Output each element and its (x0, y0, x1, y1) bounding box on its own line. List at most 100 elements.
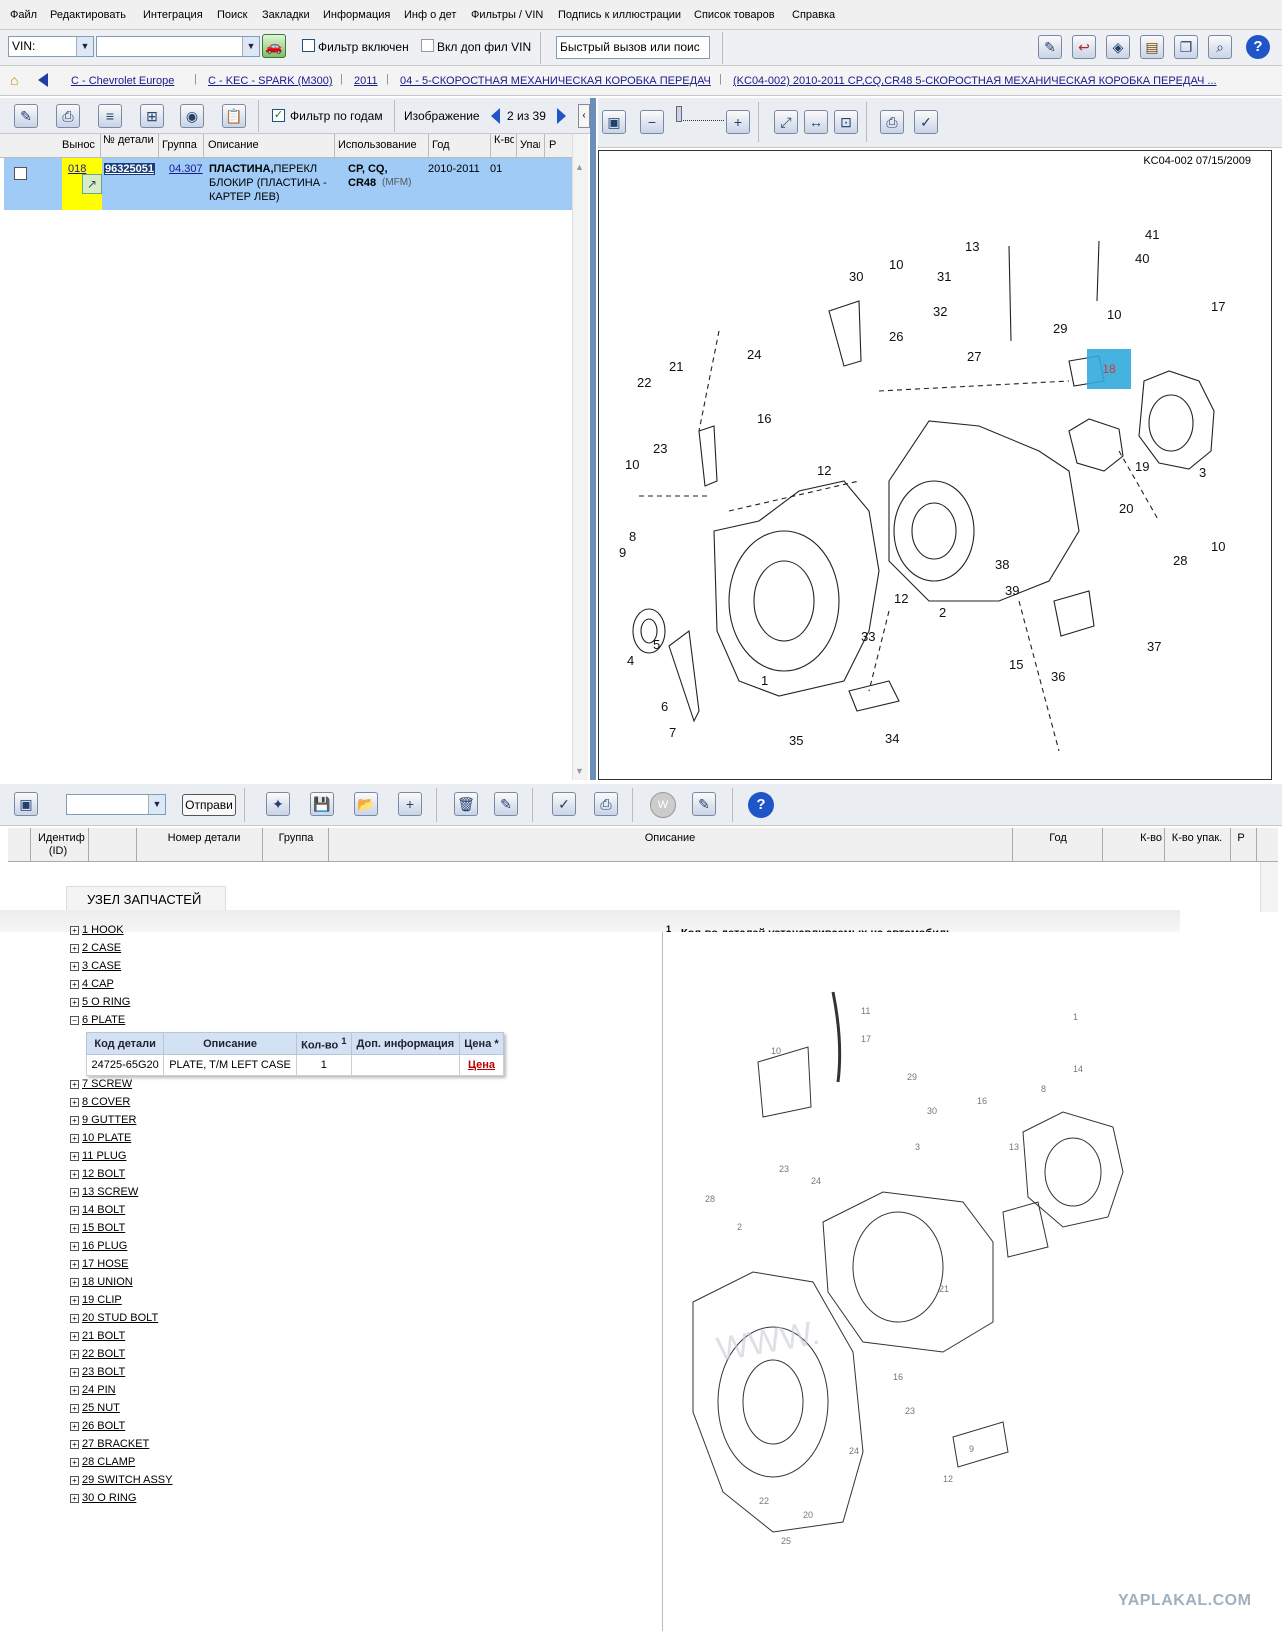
checklist-icon[interactable]: ✓ (552, 792, 576, 816)
expand-icon[interactable]: + (70, 1187, 79, 1197)
checklist-icon[interactable]: ✓ (914, 110, 938, 134)
menu-product-list[interactable]: Список товаров (694, 9, 775, 21)
zoom-document-icon[interactable]: ⌕ (1208, 35, 1232, 59)
menu-part-info[interactable]: Инф о дет (404, 9, 456, 21)
col-pack-qty[interactable]: К-во упак. (1166, 832, 1228, 845)
expand-icon[interactable]: + (70, 1475, 79, 1485)
expand-icon[interactable]: + (70, 1151, 79, 1161)
expand-icon[interactable]: + (70, 943, 79, 953)
assembly-item[interactable]: +10 PLATE (70, 1132, 131, 1148)
assembly-item[interactable]: +4 CAP (70, 978, 114, 994)
expand-icon[interactable]: + (70, 997, 79, 1007)
expand-icon[interactable]: + (70, 1439, 79, 1449)
help-icon[interactable]: ? (1246, 35, 1270, 59)
col-description[interactable]: Описание (208, 139, 259, 151)
previous-image-arrow-icon[interactable] (491, 108, 500, 124)
menu-help[interactable]: Справка (792, 9, 835, 21)
collapse-icon[interactable]: − (70, 1015, 79, 1025)
col-group[interactable]: Группа (162, 139, 197, 151)
assembly-item[interactable]: +5 O RING (70, 996, 130, 1012)
assembly-item[interactable]: +8 COVER (70, 1096, 130, 1112)
fit-width-icon[interactable]: ↔ (804, 110, 828, 134)
chevron-down-icon[interactable]: ▼ (148, 795, 165, 814)
col-id[interactable]: Идентиф (ID) (38, 832, 85, 858)
assembly-item-link[interactable]: 7 SCREW (82, 1078, 132, 1090)
assembly-item[interactable]: +15 BOLT (70, 1222, 125, 1238)
reference-diagram[interactable]: 11 17 10 29 30 3 16 8 14 1 13 23 24 28 2 21 16 23 24… (662, 932, 1282, 1631)
assembly-item[interactable]: +25 NUT (70, 1402, 120, 1418)
quick-call-input[interactable]: Быстрый вызов или поис (556, 36, 710, 59)
assembly-item-link[interactable]: 12 BOLT (82, 1168, 125, 1180)
expand-icon[interactable]: + (70, 1079, 79, 1089)
assembly-item-link[interactable]: 15 BOLT (82, 1222, 125, 1234)
menu-bookmarks[interactable]: Закладки (262, 9, 310, 21)
col-r[interactable]: Р (1232, 832, 1250, 845)
assembly-item-link[interactable]: 24 PIN (82, 1384, 116, 1396)
actual-size-icon[interactable]: ⊡ (834, 110, 858, 134)
assembly-item-link[interactable]: 20 STUD BOLT (82, 1312, 158, 1324)
vin-input[interactable]: ▼ (96, 36, 260, 57)
assembly-item[interactable]: +14 BOLT (70, 1204, 125, 1220)
back-arrow-icon[interactable] (38, 73, 48, 87)
open-folder-icon[interactable]: 📂 (354, 792, 378, 816)
assembly-item[interactable]: +12 BOLT (70, 1168, 125, 1184)
save-icon[interactable]: 💾 (310, 792, 334, 816)
row-checkbox[interactable] (14, 167, 27, 180)
col-qty[interactable]: К-во (1104, 832, 1162, 845)
assembly-item[interactable]: +11 PLUG (70, 1150, 126, 1166)
part-number-link[interactable]: 96325051 (104, 163, 155, 175)
breadcrumb-year[interactable]: 2011 (354, 75, 378, 87)
pane-splitter[interactable] (590, 98, 596, 780)
print-icon[interactable]: ⎙ (594, 792, 618, 816)
assembly-item-link[interactable]: 6 PLATE (82, 1014, 125, 1026)
next-image-arrow-icon[interactable] (557, 108, 566, 124)
col-part-number[interactable]: № детали (103, 135, 153, 157)
assembly-item-link[interactable]: 17 HOSE (82, 1258, 128, 1270)
assembly-item[interactable]: +2 CASE (70, 942, 121, 958)
copy-pages-icon[interactable]: ❐ (1174, 35, 1198, 59)
expand-icon[interactable]: + (70, 1295, 79, 1305)
menu-file[interactable]: Файл (10, 9, 37, 21)
save-list-icon[interactable]: ▣ (14, 792, 38, 816)
menu-illustration-caption[interactable]: Подпись к иллюстрации (558, 9, 681, 21)
zoom-out-icon[interactable]: − (640, 110, 664, 134)
col-year[interactable]: Год (1016, 832, 1100, 845)
expand-icon[interactable]: + (70, 1403, 79, 1413)
notes-icon[interactable]: ✎ (1038, 35, 1062, 59)
col-usage[interactable]: Использование (338, 139, 417, 151)
col-description[interactable]: Описание (332, 832, 1008, 845)
home-icon[interactable]: ⌂ (10, 72, 28, 88)
col-year[interactable]: Год (432, 139, 450, 151)
assembly-item-link[interactable]: 14 BOLT (82, 1204, 125, 1216)
exploded-diagram[interactable]: KC04-002 07/15/2009 41 40 13 30 10 31 32… (598, 150, 1272, 780)
add-to-list-icon[interactable]: ⊞ (140, 104, 164, 128)
delete-icon[interactable]: 🗑 (454, 792, 478, 816)
expand-icon[interactable]: + (70, 979, 79, 989)
assembly-item[interactable]: +18 UNION (70, 1276, 133, 1292)
layers-icon[interactable]: ◈ (1106, 35, 1130, 59)
expand-icon[interactable]: + (70, 1259, 79, 1269)
assembly-item[interactable]: +28 CLAMP (70, 1456, 135, 1472)
expand-icon[interactable]: + (70, 1457, 79, 1467)
zoom-slider[interactable] (676, 104, 724, 132)
expand-icon[interactable]: + (70, 1169, 79, 1179)
assembly-item-link[interactable]: 3 CASE (82, 960, 121, 972)
assembly-item[interactable]: +7 SCREW (70, 1078, 132, 1094)
menu-info[interactable]: Информация (323, 9, 390, 21)
edit-list-icon[interactable]: ✎ (494, 792, 518, 816)
assembly-item-link[interactable]: 21 BOLT (82, 1330, 125, 1342)
expand-icon[interactable]: + (70, 1493, 79, 1503)
menu-search[interactable]: Поиск (217, 9, 247, 21)
view-icon[interactable]: ◉ (180, 104, 204, 128)
expand-icon[interactable]: + (70, 1223, 79, 1233)
zoom-in-icon[interactable]: + (726, 110, 750, 134)
expand-icon[interactable]: + (70, 1133, 79, 1143)
expand-icon[interactable]: + (70, 1277, 79, 1287)
expand-icon[interactable]: + (70, 1313, 79, 1323)
save-image-icon[interactable]: ▣ (602, 110, 626, 134)
print-icon[interactable]: ⎙ (880, 110, 904, 134)
print-icon[interactable]: ⎙ (56, 104, 80, 128)
assembly-item[interactable]: +20 STUD BOLT (70, 1312, 158, 1328)
list-select[interactable]: ▼ (66, 794, 166, 815)
col-callout[interactable]: Вынос (62, 139, 96, 151)
